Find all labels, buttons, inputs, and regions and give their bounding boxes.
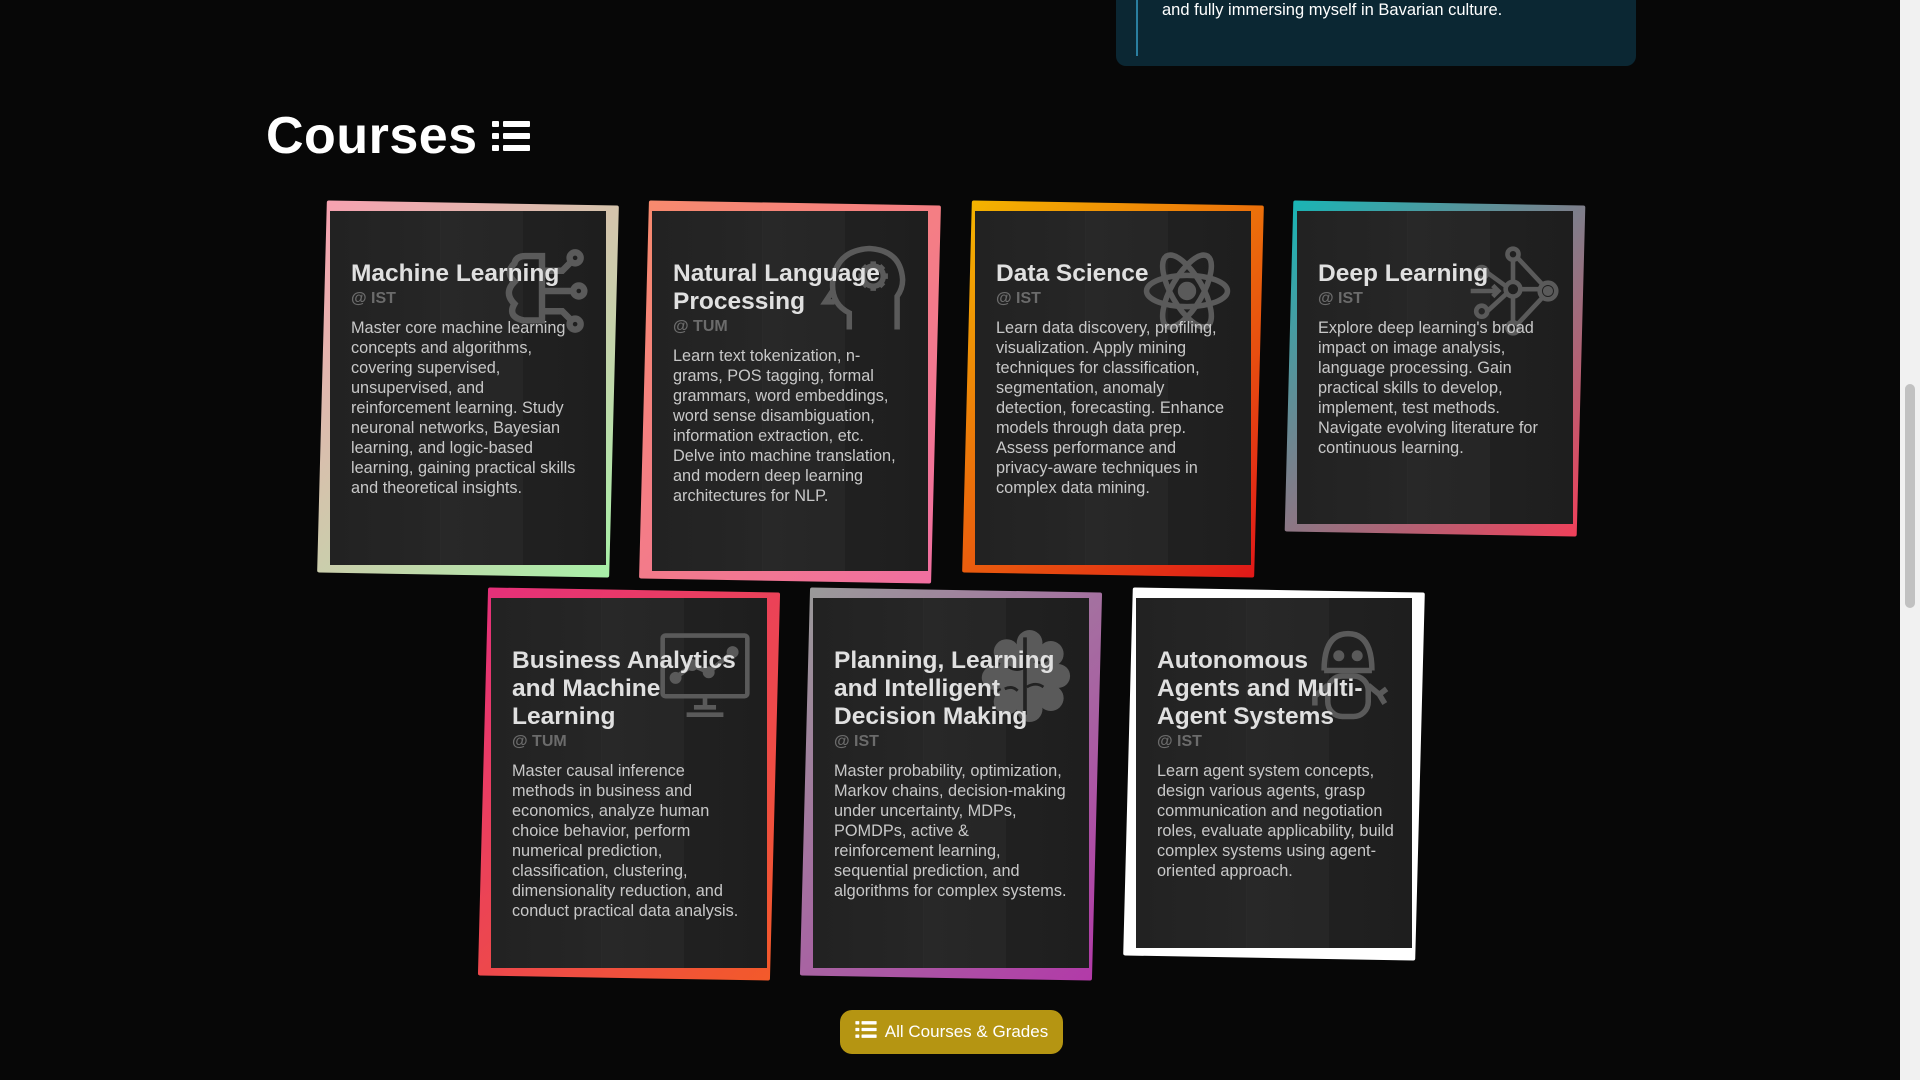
page-scrollbar[interactable] <box>1900 0 1920 1080</box>
course-institution: @ IST <box>1318 290 1363 307</box>
scrollbar-thumb[interactable] <box>1905 384 1915 608</box>
course-title: Business Analytics and Machine Learning <box>512 647 736 730</box>
section-title: Courses <box>266 107 478 165</box>
course-card-machine-learning[interactable]: Machine Learning @ IST Master core machi… <box>317 200 619 578</box>
list-icon <box>855 1020 877 1044</box>
courses-heading: Courses <box>266 106 530 166</box>
course-institution: @ IST <box>834 733 879 750</box>
course-institution: @ IST <box>996 290 1041 307</box>
course-card-deep-learning[interactable]: Deep Learning @ IST Explore deep learnin… <box>1284 200 1586 537</box>
card-accent-bar <box>1136 0 1138 56</box>
course-card-business-analytics[interactable]: Business Analytics and Machine Learning … <box>477 587 781 981</box>
list-icon <box>491 119 530 153</box>
course-title: Planning, Learning and Intelligent Decis… <box>834 647 1055 730</box>
course-institution: @ TUM <box>512 733 567 750</box>
course-description: Learn data discovery, profiling, visuali… <box>996 319 1225 497</box>
course-title: Natural Language Processing <box>673 260 880 315</box>
course-description: Master probability, optimization, Markov… <box>834 762 1067 900</box>
course-institution: @ IST <box>351 290 396 307</box>
all-courses-button[interactable]: All Courses & Grades <box>840 1010 1063 1054</box>
experience-text: Munich, connecting with students from ar… <box>1162 1 1503 19</box>
course-title: Autonomous Agents and Multi-Agent System… <box>1157 647 1363 730</box>
course-title: Data Science <box>996 260 1149 287</box>
course-description: Explore deep learning's broad impact on … <box>1318 319 1538 457</box>
course-description: Learn text tokenization, n-grams, POS ta… <box>673 347 896 505</box>
course-description: Learn agent system concepts, design vari… <box>1157 762 1394 880</box>
course-title: Deep Learning <box>1318 260 1489 287</box>
course-card-autonomous-agents[interactable]: Autonomous Agents and Multi-Agent System… <box>1123 587 1425 961</box>
course-card-data-science[interactable]: Data Science @ IST Learn data discovery,… <box>962 200 1264 578</box>
course-card-planning-learning[interactable]: Planning, Learning and Intelligent Decis… <box>799 587 1103 981</box>
course-institution: @ TUM <box>673 318 728 335</box>
all-courses-label: All Courses & Grades <box>884 1022 1049 1041</box>
experience-card: Munich, connecting with students from ar… <box>1116 0 1636 66</box>
course-title: Machine Learning <box>351 260 560 287</box>
course-description: Master causal inference methods in busin… <box>512 762 739 920</box>
course-institution: @ IST <box>1157 733 1202 750</box>
course-card-nlp[interactable]: Natural Language Processing @ TUM Learn … <box>639 200 941 584</box>
course-description: Master core machine learning concepts an… <box>351 319 576 497</box>
